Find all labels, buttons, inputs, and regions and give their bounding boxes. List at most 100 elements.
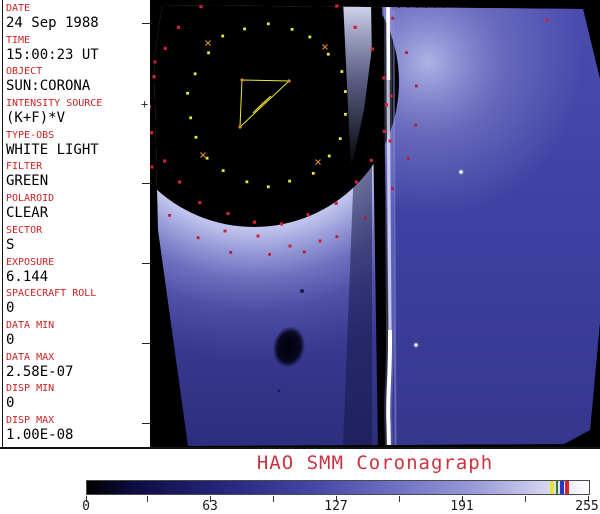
field-label: DISP MAX	[6, 415, 148, 427]
fiducial-ring-dot	[288, 180, 291, 183]
fiducial-ring-dot	[267, 185, 270, 188]
polygon-corner-dot	[240, 78, 243, 81]
field-value: CLEAR	[6, 205, 148, 221]
colorbar-marker-stripe	[550, 481, 554, 494]
fiducial-ring-dot	[382, 76, 385, 79]
field-label: EXPOSURE	[6, 257, 148, 269]
fiducial-ring-dot	[339, 137, 342, 140]
star-dot	[415, 344, 418, 347]
metadata-field: OBJECTSUN:CORONA	[6, 66, 148, 98]
corona-glow	[382, 0, 600, 448]
metadata-sidebar: DATE24 Sep 1988TIME15:00:23 UTOBJECTSUN:…	[0, 0, 150, 447]
metadata-field: SECTORS	[6, 225, 148, 257]
colorbar-marker-stripe	[565, 481, 569, 494]
fiducial-dot	[546, 19, 549, 22]
fiducial-ring-dot	[407, 157, 410, 160]
metadata-field: DISP MIN0	[6, 383, 148, 415]
fiducial-ring-dot	[336, 235, 339, 238]
fiducial-ring-dot	[364, 217, 367, 220]
fiducial-ring-dot	[303, 250, 306, 253]
fiducial-ring-dot	[186, 92, 189, 95]
dark-speck	[278, 390, 281, 393]
fiducial-ring-dot	[267, 22, 270, 25]
fiducial-ring-dot	[177, 26, 180, 29]
perforation-mark	[524, 2, 526, 8]
perforation-mark	[398, 2, 400, 8]
field-label: TYPE-OBS	[6, 130, 148, 142]
field-label: SPACECRAFT ROLL	[6, 288, 148, 300]
sidebar-left-border	[2, 0, 3, 447]
fiducial-ring-dot	[164, 47, 167, 50]
field-label: FILTER	[6, 161, 148, 173]
coronagraph-image[interactable]	[150, 0, 600, 448]
fiducial-ring-dot	[195, 136, 198, 139]
perforation-mark	[497, 2, 499, 8]
colorbar-marker-stripe	[556, 481, 558, 494]
perforation-mark	[479, 2, 481, 8]
fiducial-ring-dot	[163, 159, 166, 162]
field-value: 15:00:23 UT	[6, 47, 148, 63]
fiducial-ring-dot	[414, 124, 417, 127]
fiducial-ring-dot	[291, 28, 294, 31]
fiducial-dot	[289, 245, 292, 248]
fiducial-ring-dot	[253, 221, 256, 224]
fiducial-ring-dot	[280, 222, 283, 225]
pylon-streak-bottom	[388, 330, 390, 448]
left-axis-tick	[142, 423, 150, 424]
perforation-mark	[452, 2, 454, 8]
field-label: DATE	[6, 3, 148, 15]
metadata-field: FILTERGREEN	[6, 161, 148, 193]
fiducial-ring-dot	[198, 201, 201, 204]
left-axis-tick	[142, 263, 150, 264]
field-value: 1.00E-08	[6, 427, 148, 443]
metadata-field: DISP MAX1.00E-08	[6, 415, 148, 447]
polygon-corner-dot	[261, 102, 264, 105]
field-label: INTENSITY SOURCE	[6, 98, 148, 110]
metadata-field: SPACECRAFT ROLL0	[6, 288, 148, 320]
perforation-mark	[425, 2, 427, 8]
fiducial-ring-dot	[391, 17, 394, 20]
colorbar-minor-tick	[525, 496, 526, 502]
colorbar-minor-tick	[147, 496, 148, 502]
fiducial-ring-dot	[226, 212, 229, 215]
field-label: SECTOR	[6, 225, 148, 237]
colorbar-minor-tick	[273, 496, 274, 502]
fiducial-ring-dot	[206, 157, 209, 160]
polygon-corner-dot	[287, 79, 290, 82]
fiducial-ring-dot	[197, 236, 200, 239]
fiducial-ring-dot	[229, 251, 232, 254]
colorbar-marker-stripe	[560, 481, 564, 494]
field-value: 0	[6, 332, 148, 348]
fiducial-dot	[154, 61, 157, 64]
fiducial-ring-dot	[391, 187, 394, 190]
left-axis-tick	[142, 343, 150, 344]
fiducial-ring-dot	[327, 53, 330, 56]
perforation-mark	[515, 2, 517, 8]
field-value: 24 Sep 1988	[6, 15, 148, 31]
perforation-mark	[443, 2, 445, 8]
fiducial-dot	[151, 166, 154, 169]
fiducial-ring-dot	[150, 105, 151, 108]
fiducial-ring-dot	[221, 35, 224, 38]
metadata-field: DATA MAX2.58E-07	[6, 352, 148, 384]
field-label: OBJECT	[6, 66, 148, 78]
perforation-mark	[488, 2, 490, 8]
fiducial-ring-dot	[344, 90, 347, 93]
metadata-fields: DATE24 Sep 1988TIME15:00:23 UTOBJECTSUN:…	[6, 3, 148, 447]
perforation-mark	[407, 2, 409, 8]
dark-speck	[300, 289, 304, 293]
fiducial-ring-dot	[194, 72, 197, 75]
fiducial-ring-dot	[207, 51, 210, 54]
perforation-mark	[461, 2, 463, 8]
fiducial-ring-dot	[150, 131, 153, 134]
fiducial-ring-dot	[415, 85, 418, 88]
left-axis-tick	[142, 183, 150, 184]
fiducial-ring-dot	[168, 214, 171, 217]
field-value: GREEN	[6, 173, 148, 189]
field-label: DATA MIN	[6, 320, 148, 332]
fiducial-ring-dot	[371, 47, 374, 50]
star-dot	[460, 171, 463, 174]
fiducial-ring-dot	[328, 155, 331, 158]
coronagraph-image-display[interactable]	[150, 0, 600, 448]
fiducial-ring-dot	[268, 253, 271, 256]
